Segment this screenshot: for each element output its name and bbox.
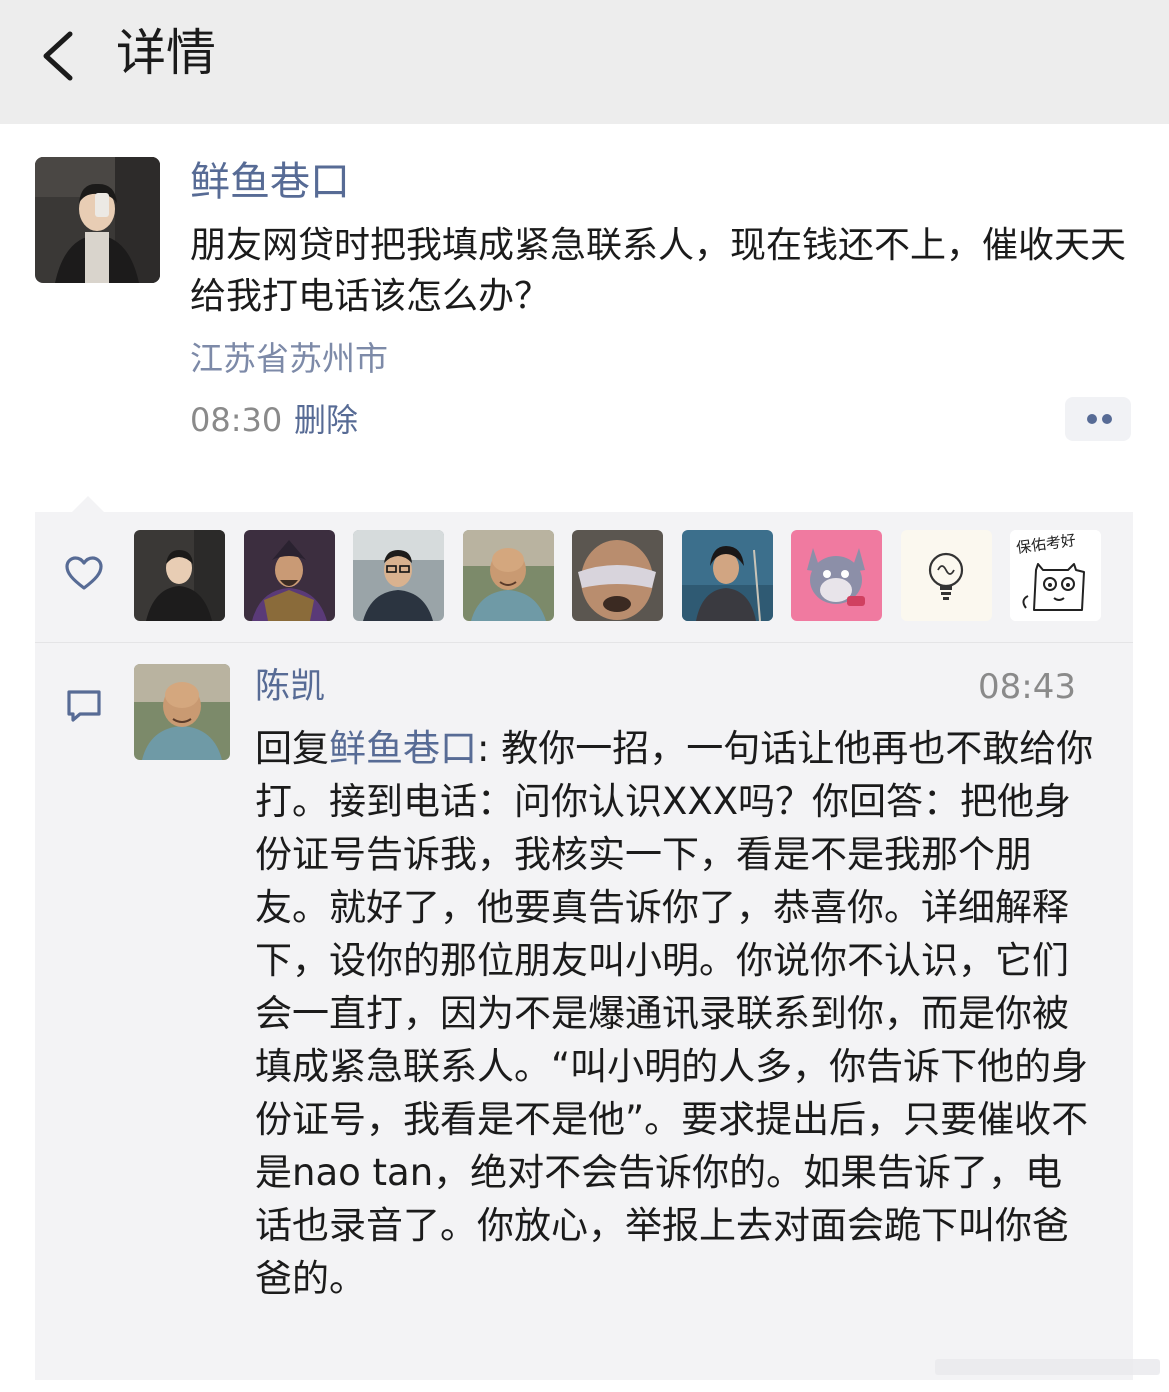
post-time: 08:30 xyxy=(190,401,283,439)
avatar-eye-mask-man[interactable] xyxy=(572,530,663,621)
avatar-sticker-cat[interactable]: 保佑考好 xyxy=(1010,530,1101,621)
comment-author-name[interactable]: 陈凯 xyxy=(255,662,325,712)
comment-body[interactable]: 回复鲜鱼巷口: 教你一招，一句话让他再也不敢给你打。接到电话：问你认识XXX吗？… xyxy=(255,722,1095,1305)
avatar-boat-man[interactable] xyxy=(682,530,773,621)
post-location[interactable]: 江苏省苏州市 xyxy=(190,336,388,382)
avatar-cartoon-cat[interactable] xyxy=(791,530,882,621)
reply-to-name[interactable]: 鲜鱼巷口 xyxy=(329,727,477,770)
avatar-glasses-man[interactable] xyxy=(353,530,444,621)
avatar-armored-warrior[interactable] xyxy=(244,530,335,621)
post-author-avatar[interactable] xyxy=(35,157,160,283)
more-dots-icon[interactable] xyxy=(1065,397,1131,441)
comment-author-avatar[interactable] xyxy=(134,664,230,760)
avatar-bald-man[interactable] xyxy=(463,530,554,621)
comment-text: : 教你一招，一句话让他再也不敢给你打。接到电话：问你认识XXX吗？你回答：把他… xyxy=(255,727,1094,1300)
panel-divider xyxy=(35,642,1133,643)
delete-button[interactable]: 删除 xyxy=(294,398,358,442)
post-author-name[interactable]: 鲜鱼巷口 xyxy=(190,154,350,210)
chevron-left-icon[interactable] xyxy=(36,28,84,84)
reply-prefix: 回复 xyxy=(255,727,329,770)
more-dot xyxy=(1087,414,1097,424)
page-title: 详情 xyxy=(116,24,216,82)
more-dot xyxy=(1102,414,1112,424)
avatar-lightbulb-brain[interactable] xyxy=(901,530,992,621)
comment-icon xyxy=(67,690,101,722)
panel-pointer xyxy=(72,496,104,512)
heart-icon xyxy=(65,556,103,590)
comment-time: 08:43 xyxy=(978,667,1076,707)
top-bar: 详情 xyxy=(0,0,1169,124)
post-text: 朋友网贷时把我填成紧急联系人，现在钱还不上，催收天天给我打电话该怎么办？ xyxy=(190,225,1127,317)
avatar-selfie-user[interactable] xyxy=(134,530,225,621)
watermark xyxy=(935,1359,1160,1375)
